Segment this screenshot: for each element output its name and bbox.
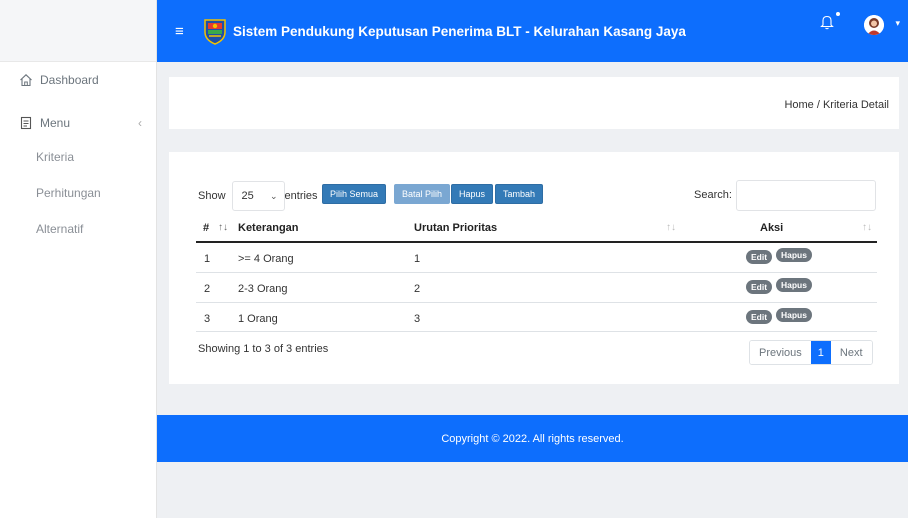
chevron-left-icon: ‹ [138,116,142,130]
edit-button[interactable]: Edit [746,310,773,324]
sidebar-item-menu[interactable]: Menu ‹ [0,113,156,133]
column-header-urutan[interactable]: Urutan Prioritas [414,222,497,234]
entries-label: entries [284,190,318,202]
cell-keterangan: 2-3 Orang [238,283,288,295]
column-header-aksi[interactable]: Aksi [760,222,783,234]
cell-urutan: 1 [414,253,421,265]
hapus-button[interactable]: Hapus [776,308,812,322]
pagination: Previous 1 Next [749,340,873,365]
sort-icon[interactable]: ↑↓ [666,222,676,233]
home-icon [19,73,33,87]
edit-button[interactable]: Edit [746,280,773,294]
sort-icon[interactable]: ↑↓ [862,222,872,233]
cell-no: 2 [204,283,211,295]
avatar[interactable] [864,15,884,35]
sidebar-item-label: Menu [40,116,71,130]
copyright-text: Copyright © 2022. All rights reserved. [441,432,624,445]
sidebar-item-dashboard[interactable]: Dashboard [0,70,156,90]
document-icon [19,116,33,130]
app-title: Sistem Pendukung Keputusan Penerima BLT … [233,23,686,39]
sidebar-item-alternatif[interactable]: Alternatif [36,222,83,236]
select-all-button[interactable]: Pilih Semua [322,184,387,204]
logo-icon [203,17,227,45]
edit-button[interactable]: Edit [746,250,773,264]
cancel-select-button[interactable]: Batal Pilih [394,184,451,204]
previous-page-button[interactable]: Previous [750,341,811,364]
sidebar-item-kriteria[interactable]: Kriteria [36,150,74,164]
cell-keterangan: >= 4 Orang [238,253,294,265]
cell-no: 3 [204,313,211,325]
cell-urutan: 3 [414,313,421,325]
page-bottom [157,462,908,518]
cell-urutan: 2 [414,283,421,295]
entries-select[interactable]: 25 ⌄ [231,181,285,211]
row-divider [196,302,877,303]
breadcrumb-card: Home / Kriteria Detail [169,77,899,129]
hamburger-menu-icon[interactable]: ≡ [175,23,189,40]
delete-button[interactable]: Hapus [451,184,494,204]
cell-no: 1 [204,253,211,265]
column-header-no[interactable]: # [203,222,209,234]
cell-keterangan: 1 Orang [238,313,278,325]
row-divider [196,272,877,273]
table-header-divider [196,241,877,243]
sidebar-item-label: Dashboard [40,73,99,87]
top-navbar: ≡ Sistem Pendukung Keputusan Penerima BL… [157,0,908,62]
search-label: Search: [694,189,732,201]
hapus-button[interactable]: Hapus [776,278,812,292]
row-divider [196,331,877,332]
show-label: Show [198,190,226,202]
page-1-button[interactable]: 1 [810,341,831,364]
sidebar-item-perhitungan[interactable]: Perhitungan [36,186,101,200]
chevron-down-icon: ⌄ [269,190,278,201]
entries-value: 25 [241,190,254,202]
table-info: Showing 1 to 3 of 3 entries [198,343,329,355]
footer: Copyright © 2022. All rights reserved. [157,415,908,462]
search-input[interactable] [736,180,876,211]
breadcrumb[interactable]: Home / Kriteria Detail [784,99,889,111]
sort-asc-icon[interactable]: ↑↓ [218,222,228,233]
sidebar-brand-area [0,0,156,62]
chevron-down-icon[interactable]: ▾ [895,18,900,29]
length-control: Show 25 ⌄ entries [198,181,318,211]
bell-icon[interactable] [820,14,834,30]
add-button[interactable]: Tambah [495,184,544,204]
notification-dot [836,12,840,16]
column-header-keterangan[interactable]: Keterangan [238,222,299,234]
next-page-button[interactable]: Next [830,341,872,364]
hapus-button[interactable]: Hapus [776,248,812,262]
